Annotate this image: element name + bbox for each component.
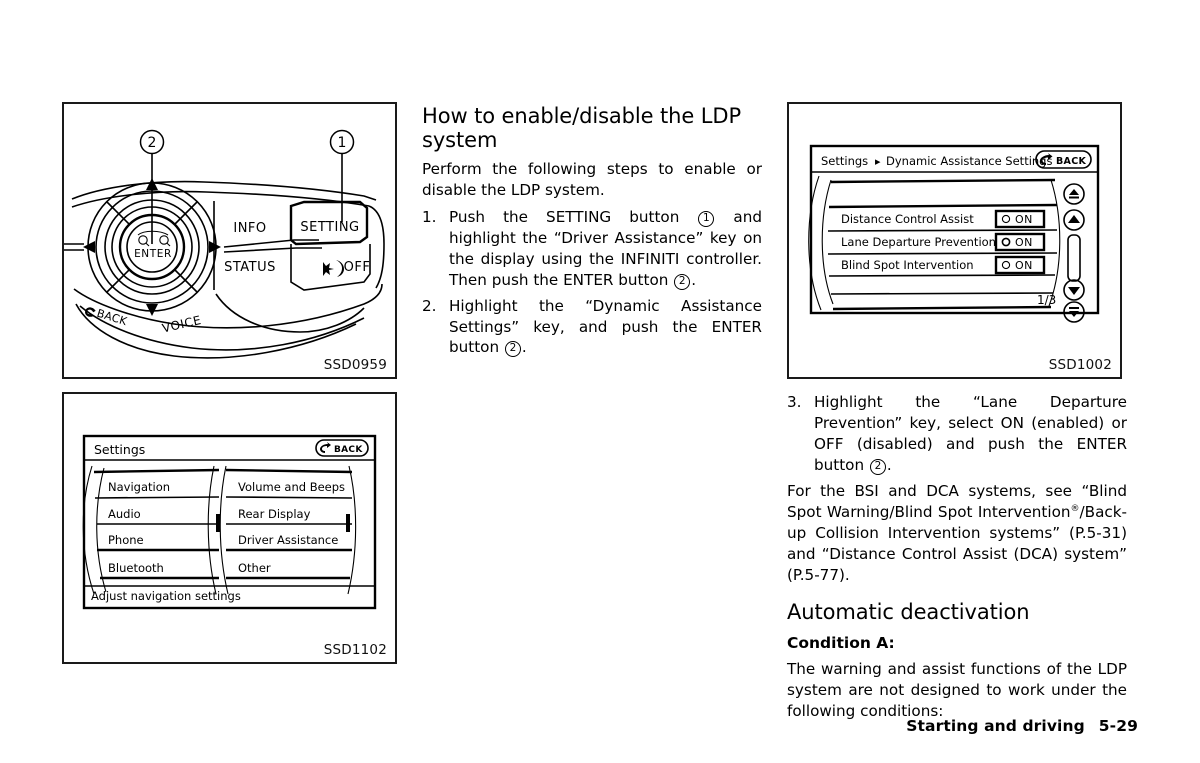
circled-number-1: 1 xyxy=(698,210,715,227)
steps-list-continued: 3. Highlight the “Lane Departure Prevent… xyxy=(787,392,1127,476)
settings-item-navigation: Navigation xyxy=(108,480,170,494)
section-heading-automatic-deactivation: Automatic deactivation xyxy=(787,599,1030,624)
settings-title: Settings xyxy=(94,442,145,457)
settings-item-bluetooth: Bluetooth xyxy=(108,561,164,575)
scroll-down-button[interactable] xyxy=(1063,279,1085,301)
callout-1-label: 1 xyxy=(338,135,347,151)
step-item-3: 3. Highlight the “Lane Departure Prevent… xyxy=(787,392,1127,476)
info-button-label: INFO xyxy=(233,221,266,236)
dpad-left-icon xyxy=(83,241,95,253)
dpad-right-icon xyxy=(209,241,221,253)
dpad-down-icon xyxy=(146,304,158,316)
back-button-label: BACK xyxy=(1056,156,1086,167)
breadcrumb-leaf: Dynamic Assistance Settings xyxy=(886,154,1052,168)
page-indicator: 1/3 xyxy=(1037,293,1056,307)
step-number-3: 3. xyxy=(787,393,802,411)
circled-number-2: 2 xyxy=(674,273,691,290)
breadcrumb-root: Settings xyxy=(821,154,868,168)
settings-item-rear-display: Rear Display xyxy=(238,507,311,521)
row-value-blind-spot-intervention: ON xyxy=(1015,259,1033,272)
step-2-text-part2: . xyxy=(521,338,527,357)
scroll-top-button[interactable] xyxy=(1063,183,1085,205)
step-1-text-part1: Push the SETTING button xyxy=(449,207,680,226)
voice-label-group: VOICE xyxy=(161,313,203,336)
circled-number-2c: 2 xyxy=(869,458,886,475)
voice-label: VOICE xyxy=(161,313,203,336)
step-number-1: 1. xyxy=(422,207,437,226)
page-footer: Starting and driving 5-29 xyxy=(906,717,1138,735)
condition-a-paragraph: The warning and assist functions of the … xyxy=(787,659,1127,720)
enter-button-label-group: ENTER xyxy=(134,230,172,260)
row-label-distance-control-assist: Distance Control Assist xyxy=(841,212,974,226)
circled-number-2b: 2 xyxy=(504,341,521,358)
settings-left-column: Navigation Audio Phone Bluetooth xyxy=(93,468,220,580)
section-heading-ldp: How to enable/disable the LDP system xyxy=(422,104,742,153)
setting-button-label: SETTING xyxy=(300,220,359,235)
step-3-text-part2: . xyxy=(886,455,892,474)
middle-text-column: How to enable/disable the LDP system Per… xyxy=(422,104,762,363)
step-2-text-part1: Highlight the “Dynamic Assistance Settin… xyxy=(449,296,762,357)
row-value-lane-departure-prevention: ON xyxy=(1015,236,1033,249)
settings-screen-illustration: Settings BACK Navigation Audio Phone Blu… xyxy=(82,434,377,610)
callout-1-group: 1 xyxy=(329,129,355,222)
scroll-controls xyxy=(1063,183,1085,323)
status-button-label: STATUS xyxy=(224,260,276,275)
figure-settings-menu: Settings BACK Navigation Audio Phone Blu… xyxy=(62,392,397,664)
figure-caption-ssd0959: SSD0959 xyxy=(323,357,387,373)
back-button[interactable]: BACK xyxy=(315,439,369,457)
settings-item-audio: Audio xyxy=(108,507,141,521)
dynamic-assistance-screen-illustration: Settings ▸ Dynamic Assistance Settings B… xyxy=(808,144,1100,323)
row-label-lane-departure-prevention: Lane Departure Prevention xyxy=(841,235,996,249)
step-number-2: 2. xyxy=(422,296,437,315)
settings-item-volume-beeps: Volume and Beeps xyxy=(238,480,345,494)
enter-label: ENTER xyxy=(134,248,172,260)
back-label: BACK xyxy=(95,307,129,329)
step-item-1: 1. Push the SETTING button 1 and highlig… xyxy=(422,207,762,291)
registered-mark-icon: ® xyxy=(1070,503,1080,514)
footer-section-title: Starting and driving xyxy=(906,717,1085,735)
reference-paragraph: For the BSI and DCA systems, see “Blind … xyxy=(787,481,1127,586)
figure-caption-ssd1102: SSD1102 xyxy=(323,642,387,658)
dpad-up-icon xyxy=(146,178,158,190)
row-distance-control-assist[interactable]: Distance Control Assist ON xyxy=(841,209,1046,229)
subheading-condition-a: Condition A: xyxy=(787,634,895,653)
row-blind-spot-intervention[interactable]: Blind Spot Intervention ON xyxy=(841,255,1046,275)
back-button-label: BACK xyxy=(334,445,363,455)
row-label-blind-spot-intervention: Blind Spot Intervention xyxy=(841,258,974,272)
scrollbar-thumb[interactable] xyxy=(1067,234,1081,282)
day-night-off-group: OFF xyxy=(323,260,370,277)
breadcrumb-separator-icon: ▸ xyxy=(875,155,881,168)
settings-item-other: Other xyxy=(238,561,271,575)
settings-right-column: Volume and Beeps Rear Display Driver Ass… xyxy=(225,468,353,580)
step-item-2: 2. Highlight the “Dynamic Assistance Set… xyxy=(422,296,762,359)
figure-caption-ssd1002: SSD1002 xyxy=(1048,357,1112,373)
intro-paragraph: Perform the following steps to enable or… xyxy=(422,159,762,199)
row-lane-departure-prevention[interactable]: Lane Departure Prevention ON xyxy=(841,232,1046,252)
figure-dynamic-assistance-settings: Settings ▸ Dynamic Assistance Settings B… xyxy=(787,102,1122,379)
settings-item-driver-assistance: Driver Assistance xyxy=(238,533,338,547)
controller-illustration: 2 1 ENTER INFO SETTING STATUS OFF BACK V… xyxy=(64,129,385,359)
step-1-text-part3: . xyxy=(691,270,697,289)
off-label: OFF xyxy=(344,260,371,275)
settings-item-phone: Phone xyxy=(108,533,144,547)
steps-list: 1. Push the SETTING button 1 and highlig… xyxy=(422,207,762,359)
callout-2-label: 2 xyxy=(148,135,157,151)
settings-status-bar: Adjust navigation settings xyxy=(91,589,241,603)
step-3-text-part1: Highlight the “Lane Departure Prevention… xyxy=(814,393,1127,474)
right-text-column: 3. Highlight the “Lane Departure Prevent… xyxy=(787,388,1127,728)
figure-infiniti-controller: 2 1 ENTER INFO SETTING STATUS OFF BACK V… xyxy=(62,102,397,379)
row-value-distance-control-assist: ON xyxy=(1015,213,1033,226)
footer-page-number: 5-29 xyxy=(1098,717,1138,735)
reference-text-a: For the BSI and DCA systems, see “Blind … xyxy=(787,481,1127,521)
scroll-up-button[interactable] xyxy=(1063,209,1085,231)
